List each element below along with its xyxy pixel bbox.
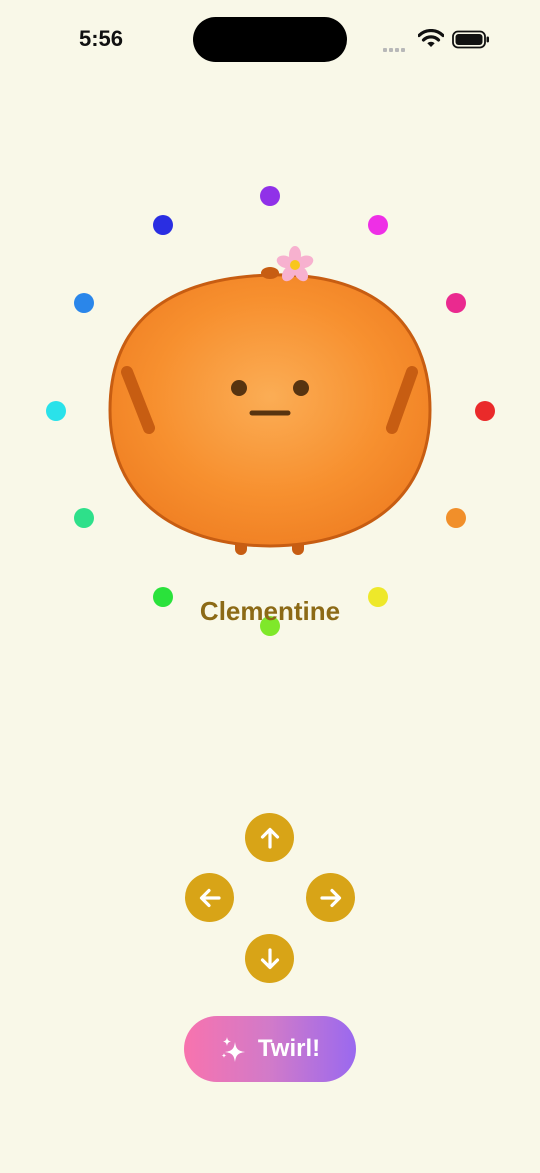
color-dot-indigo[interactable] — [153, 215, 173, 235]
color-dot-mint[interactable] — [74, 508, 94, 528]
color-dot-magenta[interactable] — [368, 215, 388, 235]
color-dot-cyan[interactable] — [46, 401, 66, 421]
color-dot-orange[interactable] — [446, 508, 466, 528]
arrow-up-icon — [260, 827, 279, 849]
twirl-label: Twirl! — [257, 1035, 321, 1062]
move-left-button[interactable] — [185, 873, 234, 922]
stem — [261, 267, 279, 279]
clementine-character[interactable] — [100, 235, 440, 565]
arrow-left-icon — [199, 888, 221, 907]
move-down-button[interactable] — [245, 934, 294, 983]
right-eye — [293, 380, 309, 396]
move-up-button[interactable] — [245, 813, 294, 862]
character-name: Clementine — [199, 596, 341, 626]
sparkles-icon — [221, 1037, 245, 1062]
left-eye — [231, 380, 247, 396]
move-right-button[interactable] — [306, 873, 355, 922]
character-body — [108, 273, 432, 548]
arrow-down-icon — [260, 947, 279, 969]
arrow-right-icon — [319, 888, 341, 907]
color-dot-pink[interactable] — [446, 293, 466, 313]
character-stage: Clementine — [0, 0, 540, 700]
color-dot-red[interactable] — [475, 401, 495, 421]
twirl-button[interactable]: Twirl! — [184, 1016, 356, 1082]
color-dot-purple[interactable] — [260, 186, 280, 206]
color-dot-blue[interactable] — [74, 293, 94, 313]
